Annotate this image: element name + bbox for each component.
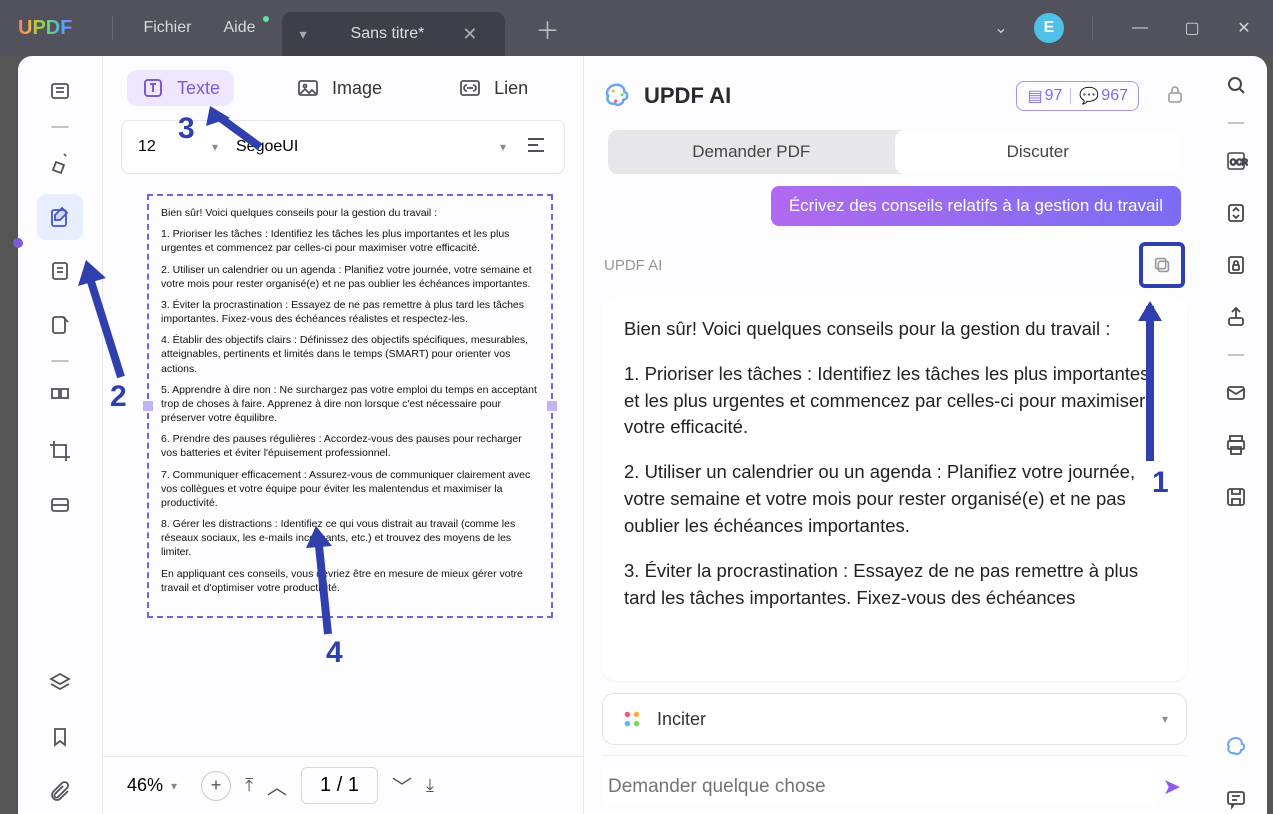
send-button[interactable]: ➤ xyxy=(1157,768,1187,806)
menu-help[interactable]: Aide xyxy=(207,19,271,37)
document-tab[interactable]: ▾ Sans titre* ✕ xyxy=(282,12,506,56)
ai-input[interactable] xyxy=(602,768,1157,806)
minimize-button[interactable]: — xyxy=(1121,19,1159,37)
doc-line: 2. Utiliser un calendrier ou un agenda :… xyxy=(161,263,539,291)
edge-indicator xyxy=(13,238,23,248)
doc-line: En appliquant ces conseils, vous devriez… xyxy=(161,567,539,595)
tab-title: Sans titre* xyxy=(323,25,453,43)
resize-handle-left[interactable] xyxy=(143,401,153,411)
credit-doc-icon: ▤ xyxy=(1027,86,1042,106)
document-canvas[interactable]: Bien sûr! Voici quelques conseils pour l… xyxy=(103,174,583,756)
prev-page-icon[interactable]: ︿ xyxy=(267,771,287,800)
doc-line: 3. Éviter la procrastination : Essayez d… xyxy=(161,298,539,326)
copy-response-button[interactable] xyxy=(1139,242,1185,288)
ai-tabs: Demander PDF Discuter xyxy=(608,130,1181,174)
doc-line: 8. Gérer les distractions : Identifiez c… xyxy=(161,517,539,560)
layers-icon[interactable] xyxy=(37,660,83,706)
doc-line: 7. Communiquer efficacement : Assurez-vo… xyxy=(161,468,539,511)
reader-mode-icon[interactable] xyxy=(37,68,83,114)
ai-response: Bien sûr! Voici quelques conseils pour l… xyxy=(602,296,1187,681)
zoom-select[interactable]: 46%▾ xyxy=(117,771,187,800)
editor-pane: Texte Image Lien 12▾ SegoeUI▾ Bien sûr! … xyxy=(102,56,584,814)
feedback-icon[interactable] xyxy=(1221,784,1251,814)
convert-icon[interactable] xyxy=(1221,198,1251,228)
format-bar: 12▾ SegoeUI▾ xyxy=(121,120,565,174)
tab-dropdown-icon[interactable]: ▾ xyxy=(300,26,307,43)
print-icon[interactable] xyxy=(1221,430,1251,460)
menu-file[interactable]: Fichier xyxy=(127,19,207,37)
bookmark-icon[interactable] xyxy=(37,714,83,760)
comment-tool-icon[interactable] xyxy=(37,140,83,186)
ai-source-label: UPDF AI xyxy=(604,257,662,274)
doc-line: 6. Prendre des pauses régulières : Accor… xyxy=(161,432,539,460)
updf-ai-logo-icon xyxy=(602,81,632,111)
zoom-in-button[interactable]: + xyxy=(201,771,231,801)
right-sidebar: OCR xyxy=(1205,56,1267,814)
page-indicator[interactable]: 1 / 1 xyxy=(301,767,378,804)
grid-dots-icon xyxy=(621,708,643,730)
edit-text-button[interactable]: Texte xyxy=(127,70,234,106)
close-window-button[interactable]: ✕ xyxy=(1225,18,1263,38)
edit-image-button[interactable]: Image xyxy=(282,70,396,106)
close-tab-icon[interactable]: ✕ xyxy=(452,24,487,45)
maximize-button[interactable]: ▢ xyxy=(1173,18,1211,38)
edit-image-label: Image xyxy=(332,78,382,99)
redact-icon[interactable] xyxy=(37,482,83,528)
edit-tool-icon[interactable] xyxy=(37,194,83,240)
next-page-icon[interactable]: ﹀ xyxy=(392,771,412,800)
font-family-select[interactable]: SegoeUI▾ xyxy=(236,138,506,156)
fill-sign-icon[interactable] xyxy=(37,302,83,348)
doc-line: 5. Apprendre à dire non : Ne surchargez … xyxy=(161,383,539,426)
new-tab-button[interactable]: ＋ xyxy=(517,11,577,46)
app-logo: UPDF xyxy=(10,17,80,40)
share-icon[interactable] xyxy=(1221,302,1251,332)
user-prompt-bubble: Écrivez des conseils relatifs à la gesti… xyxy=(771,186,1181,226)
attachment-icon[interactable] xyxy=(37,768,83,814)
tab-chat[interactable]: Discuter xyxy=(895,130,1182,174)
edit-link-label: Lien xyxy=(494,78,528,99)
status-bar: 46%▾ + ⤒ ︿ 1 / 1 ﹀ ⤓ xyxy=(103,756,583,814)
search-icon[interactable] xyxy=(1221,70,1251,100)
ai-title: UPDF AI xyxy=(644,83,731,109)
doc-line: Bien sûr! Voici quelques conseils pour l… xyxy=(161,206,539,220)
align-icon[interactable] xyxy=(524,133,548,162)
edit-link-button[interactable]: Lien xyxy=(444,70,542,106)
protect-icon[interactable] xyxy=(1221,250,1251,280)
left-sidebar xyxy=(18,56,102,814)
email-icon[interactable] xyxy=(1221,378,1251,408)
lock-icon[interactable] xyxy=(1163,82,1187,111)
selected-textbox[interactable]: Bien sûr! Voici quelques conseils pour l… xyxy=(147,194,553,618)
edit-toolbar: Texte Image Lien xyxy=(103,56,583,120)
resize-handle-right[interactable] xyxy=(547,401,557,411)
doc-line: 4. Établir des objectifs clairs : Défini… xyxy=(161,333,539,376)
font-size-select[interactable]: 12▾ xyxy=(138,138,218,156)
last-page-icon[interactable]: ⤓ xyxy=(426,775,434,796)
organize-icon[interactable] xyxy=(37,374,83,420)
user-avatar[interactable]: E xyxy=(1034,13,1064,43)
crop-icon[interactable] xyxy=(37,428,83,474)
titlebar: UPDF Fichier Aide ▾ Sans titre* ✕ ＋ ⌄ E … xyxy=(0,0,1273,56)
ai-shortcut-icon[interactable] xyxy=(1221,732,1251,762)
save-icon[interactable] xyxy=(1221,482,1251,512)
svg-text:OCR: OCR xyxy=(1230,158,1248,167)
ai-credits[interactable]: ▤97 💬967 xyxy=(1016,81,1139,111)
ocr-icon[interactable]: OCR xyxy=(1221,146,1251,176)
first-page-icon[interactable]: ⤒ xyxy=(245,775,253,796)
doc-line: 1. Prioriser les tâches : Identifiez les… xyxy=(161,227,539,255)
prompt-suggestions[interactable]: Inciter ▾ xyxy=(602,693,1187,745)
credit-chat-icon: 💬 xyxy=(1079,86,1099,106)
ai-panel: UPDF AI ▤97 💬967 Demander PDF Discuter É… xyxy=(584,56,1205,814)
chevron-down-icon[interactable]: ⌄ xyxy=(982,18,1020,38)
pages-tool-icon[interactable] xyxy=(37,248,83,294)
edit-text-label: Texte xyxy=(177,78,220,99)
tab-ask-pdf[interactable]: Demander PDF xyxy=(608,130,895,174)
